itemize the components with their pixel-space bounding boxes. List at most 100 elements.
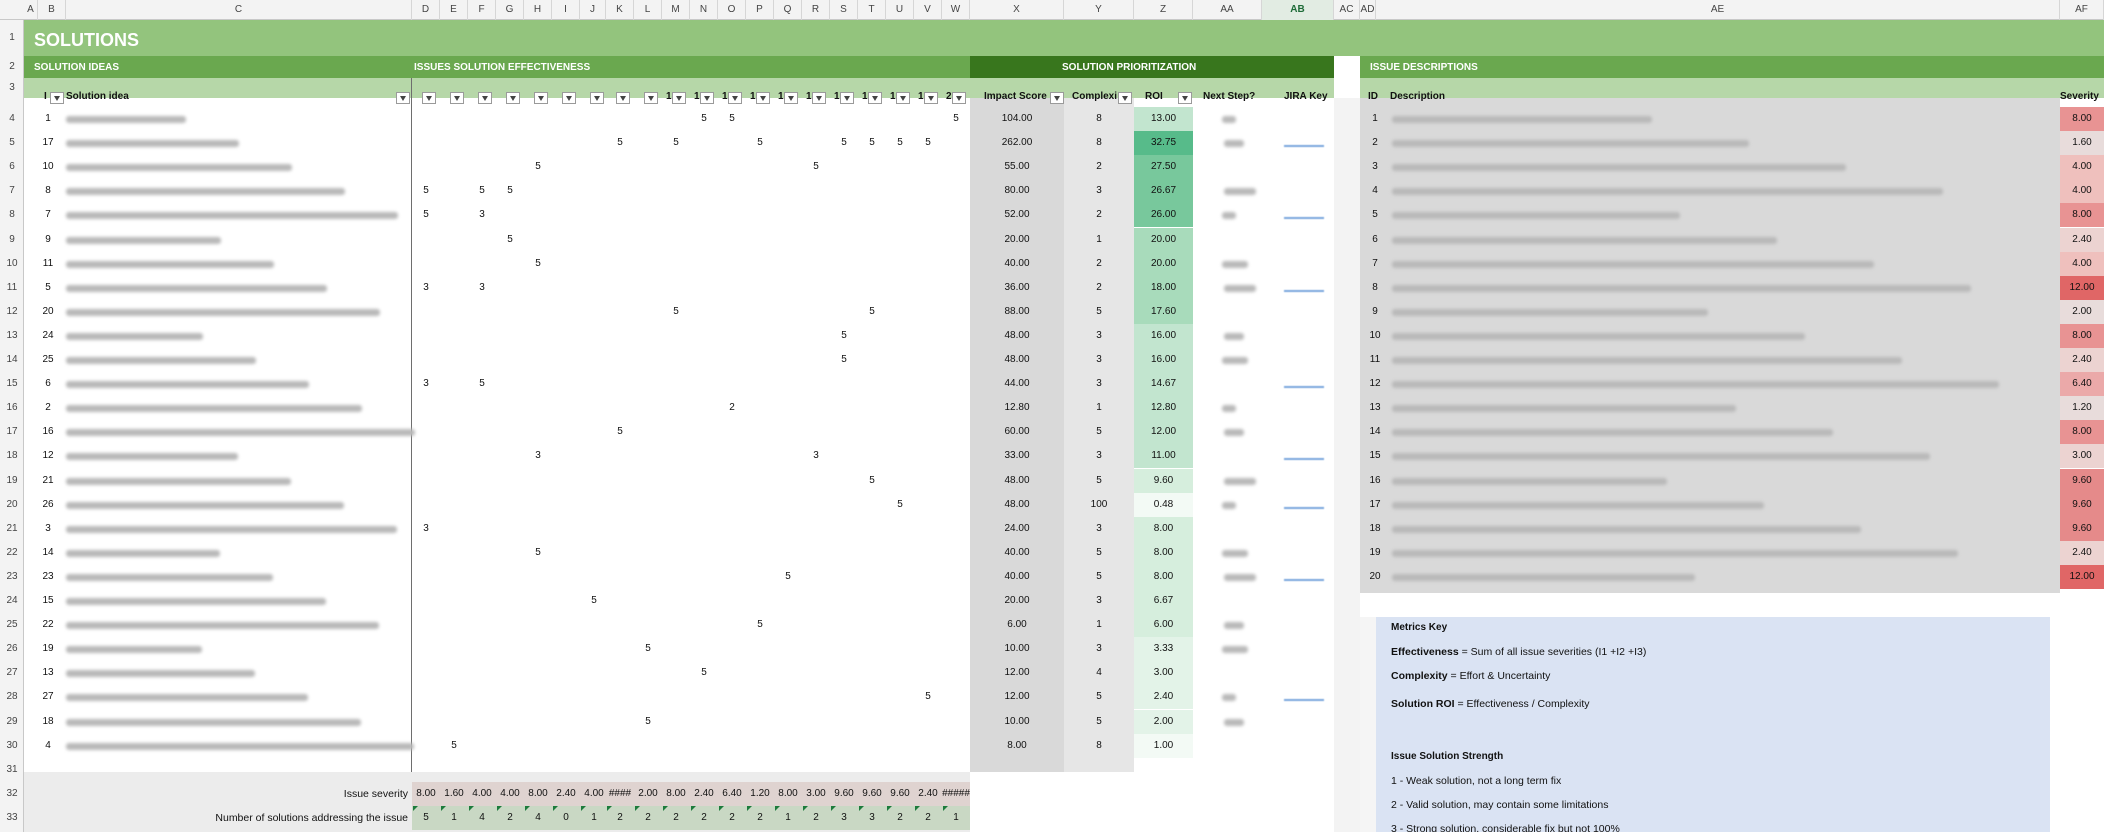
- issue-effectiveness-value[interactable]: 5: [830, 354, 858, 365]
- column-header-y[interactable]: Y: [1064, 0, 1134, 20]
- issue-effectiveness-value[interactable]: 3: [412, 378, 440, 389]
- next-step-redacted[interactable]: [1224, 429, 1244, 437]
- column-header-j[interactable]: J: [580, 0, 606, 20]
- issue-16-filter-dropdown[interactable]: [840, 92, 854, 104]
- column-header-aa[interactable]: AA: [1193, 0, 1262, 20]
- roi-sort-dropdown[interactable]: [1178, 92, 1192, 104]
- column-header-k[interactable]: K: [606, 0, 634, 20]
- column-header-z[interactable]: Z: [1134, 0, 1193, 20]
- column-header-ac[interactable]: AC: [1334, 0, 1360, 20]
- row-header-11[interactable]: 11: [0, 276, 24, 300]
- issue-10-filter-dropdown[interactable]: [672, 92, 686, 104]
- issue-effectiveness-value[interactable]: 5: [412, 185, 440, 196]
- row-header-19[interactable]: 19: [0, 469, 24, 493]
- complexity-value[interactable]: 3: [1064, 450, 1134, 461]
- issue-effectiveness-value[interactable]: 5: [774, 571, 802, 582]
- issue-effectiveness-value[interactable]: 3: [524, 450, 552, 461]
- row-header-1[interactable]: 1: [0, 20, 24, 56]
- issue-effectiveness-value[interactable]: 5: [440, 740, 468, 751]
- next-step-redacted[interactable]: [1222, 116, 1236, 124]
- complexity-value[interactable]: 2: [1064, 161, 1134, 172]
- row-header-25[interactable]: 25: [0, 613, 24, 637]
- issue-4-filter-dropdown[interactable]: [506, 92, 520, 104]
- issue-effectiveness-value[interactable]: 5: [468, 185, 496, 196]
- next-step-redacted[interactable]: [1222, 260, 1248, 268]
- issue-effectiveness-value[interactable]: 5: [690, 667, 718, 678]
- complexity-value[interactable]: 5: [1064, 571, 1134, 582]
- column-header-n[interactable]: N: [690, 0, 718, 20]
- next-step-redacted[interactable]: [1224, 188, 1256, 196]
- issue-14-filter-dropdown[interactable]: [784, 92, 798, 104]
- complexity-value[interactable]: 8: [1064, 137, 1134, 148]
- id-filter-dropdown[interactable]: [50, 92, 64, 104]
- row-header-23[interactable]: 23: [0, 565, 24, 589]
- issue-effectiveness-value[interactable]: 5: [886, 137, 914, 148]
- issue-effectiveness-value[interactable]: 5: [718, 113, 746, 124]
- row-header-32[interactable]: 32: [0, 782, 24, 806]
- issue-effectiveness-value[interactable]: 5: [496, 234, 524, 245]
- row-header-28[interactable]: 28: [0, 685, 24, 709]
- issue-effectiveness-value[interactable]: 5: [412, 209, 440, 220]
- next-step-redacted[interactable]: [1222, 646, 1248, 654]
- column-header-x[interactable]: X: [970, 0, 1064, 20]
- complexity-value[interactable]: 100: [1064, 499, 1134, 510]
- issue-20-filter-dropdown[interactable]: [952, 92, 966, 104]
- column-header-m[interactable]: M: [662, 0, 690, 20]
- issue-effectiveness-value[interactable]: 3: [802, 450, 830, 461]
- issue-effectiveness-value[interactable]: 5: [690, 113, 718, 124]
- issue-effectiveness-value[interactable]: 5: [606, 137, 634, 148]
- row-header-10[interactable]: 10: [0, 252, 24, 276]
- row-header-17[interactable]: 17: [0, 420, 24, 444]
- issue-effectiveness-value[interactable]: 5: [914, 691, 942, 702]
- column-header-r[interactable]: R: [802, 0, 830, 20]
- next-step-redacted[interactable]: [1224, 284, 1256, 292]
- complexity-value[interactable]: 3: [1064, 378, 1134, 389]
- column-header-f[interactable]: F: [468, 0, 496, 20]
- idea-filter-dropdown[interactable]: [396, 92, 410, 104]
- column-header-b[interactable]: B: [38, 0, 66, 20]
- row-header-13[interactable]: 13: [0, 324, 24, 348]
- row-header-4[interactable]: 4: [0, 107, 24, 131]
- complexity-value[interactable]: 3: [1064, 643, 1134, 654]
- next-step-redacted[interactable]: [1224, 573, 1256, 581]
- jira-link-redacted[interactable]: [1284, 506, 1324, 509]
- column-header-s[interactable]: S: [830, 0, 858, 20]
- column-header-u[interactable]: U: [886, 0, 914, 20]
- complexity-value[interactable]: 5: [1064, 716, 1134, 727]
- column-header-i[interactable]: I: [552, 0, 580, 20]
- row-header-16[interactable]: 16: [0, 396, 24, 420]
- column-header-g[interactable]: G: [496, 0, 524, 20]
- row-header-22[interactable]: 22: [0, 541, 24, 565]
- row-header-27[interactable]: 27: [0, 661, 24, 685]
- row-header-29[interactable]: 29: [0, 710, 24, 734]
- row-header-24[interactable]: 24: [0, 589, 24, 613]
- issue-9-filter-dropdown[interactable]: [644, 92, 658, 104]
- next-step-redacted[interactable]: [1222, 357, 1248, 365]
- issue-effectiveness-value[interactable]: 5: [802, 161, 830, 172]
- complexity-value[interactable]: 3: [1064, 185, 1134, 196]
- row-header-3[interactable]: 3: [0, 78, 24, 98]
- complexity-value[interactable]: 8: [1064, 113, 1134, 124]
- jira-link-redacted[interactable]: [1284, 386, 1324, 389]
- row-header-20[interactable]: 20: [0, 493, 24, 517]
- row-header-21[interactable]: 21: [0, 517, 24, 541]
- issue-19-filter-dropdown[interactable]: [924, 92, 938, 104]
- issue-effectiveness-value[interactable]: 5: [858, 306, 886, 317]
- issue-effectiveness-value[interactable]: 5: [858, 475, 886, 486]
- complexity-value[interactable]: 2: [1064, 209, 1134, 220]
- issue-effectiveness-value[interactable]: 5: [914, 137, 942, 148]
- row-header-6[interactable]: 6: [0, 155, 24, 179]
- column-header-t[interactable]: T: [858, 0, 886, 20]
- column-header-v[interactable]: V: [914, 0, 942, 20]
- next-step-redacted[interactable]: [1222, 549, 1248, 557]
- complexity-value[interactable]: 1: [1064, 619, 1134, 630]
- issue-6-filter-dropdown[interactable]: [562, 92, 576, 104]
- issue-effectiveness-value[interactable]: 2: [718, 402, 746, 413]
- issue-effectiveness-value[interactable]: 5: [496, 185, 524, 196]
- issue-effectiveness-value[interactable]: 5: [830, 137, 858, 148]
- complexity-value[interactable]: 3: [1064, 354, 1134, 365]
- column-header-o[interactable]: O: [718, 0, 746, 20]
- next-step-redacted[interactable]: [1224, 332, 1244, 340]
- jira-link-redacted[interactable]: [1284, 699, 1324, 702]
- issue-effectiveness-value[interactable]: 3: [412, 282, 440, 293]
